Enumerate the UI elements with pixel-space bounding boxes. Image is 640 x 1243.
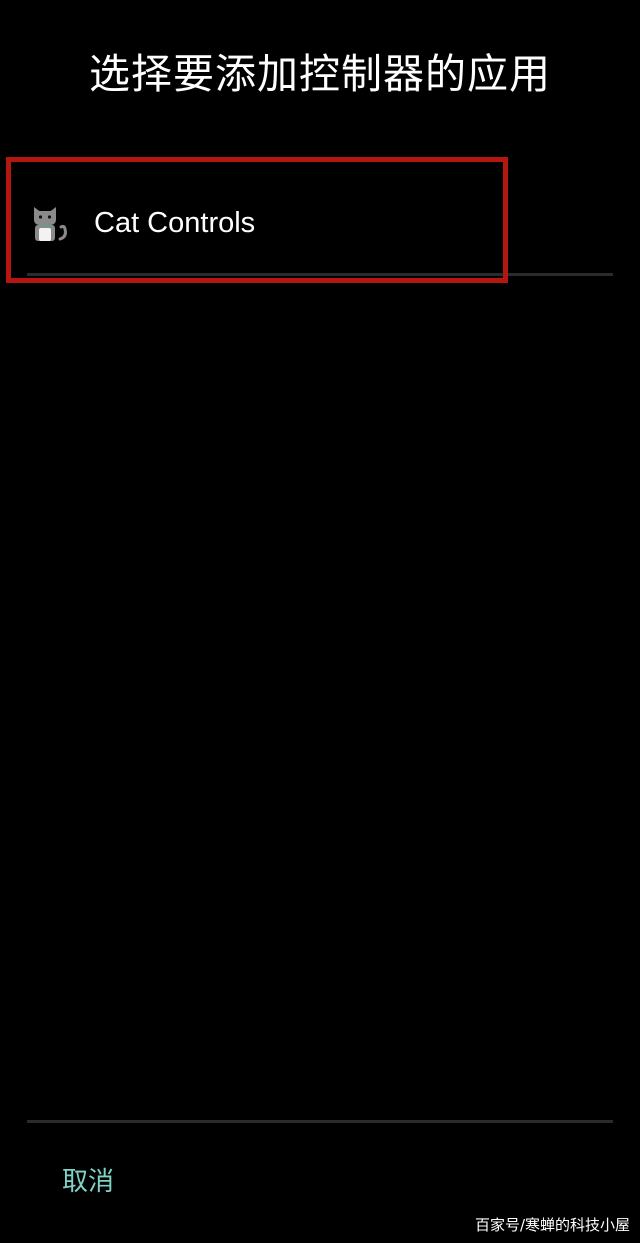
watermark: 百家号/寒蝉的科技小屋 [474, 1216, 630, 1234]
highlight-annotation [6, 157, 508, 283]
page-title: 选择要添加控制器的应用 [89, 50, 551, 98]
footer-divider [27, 1120, 613, 1123]
cancel-button[interactable]: 取消 [58, 1160, 118, 1204]
